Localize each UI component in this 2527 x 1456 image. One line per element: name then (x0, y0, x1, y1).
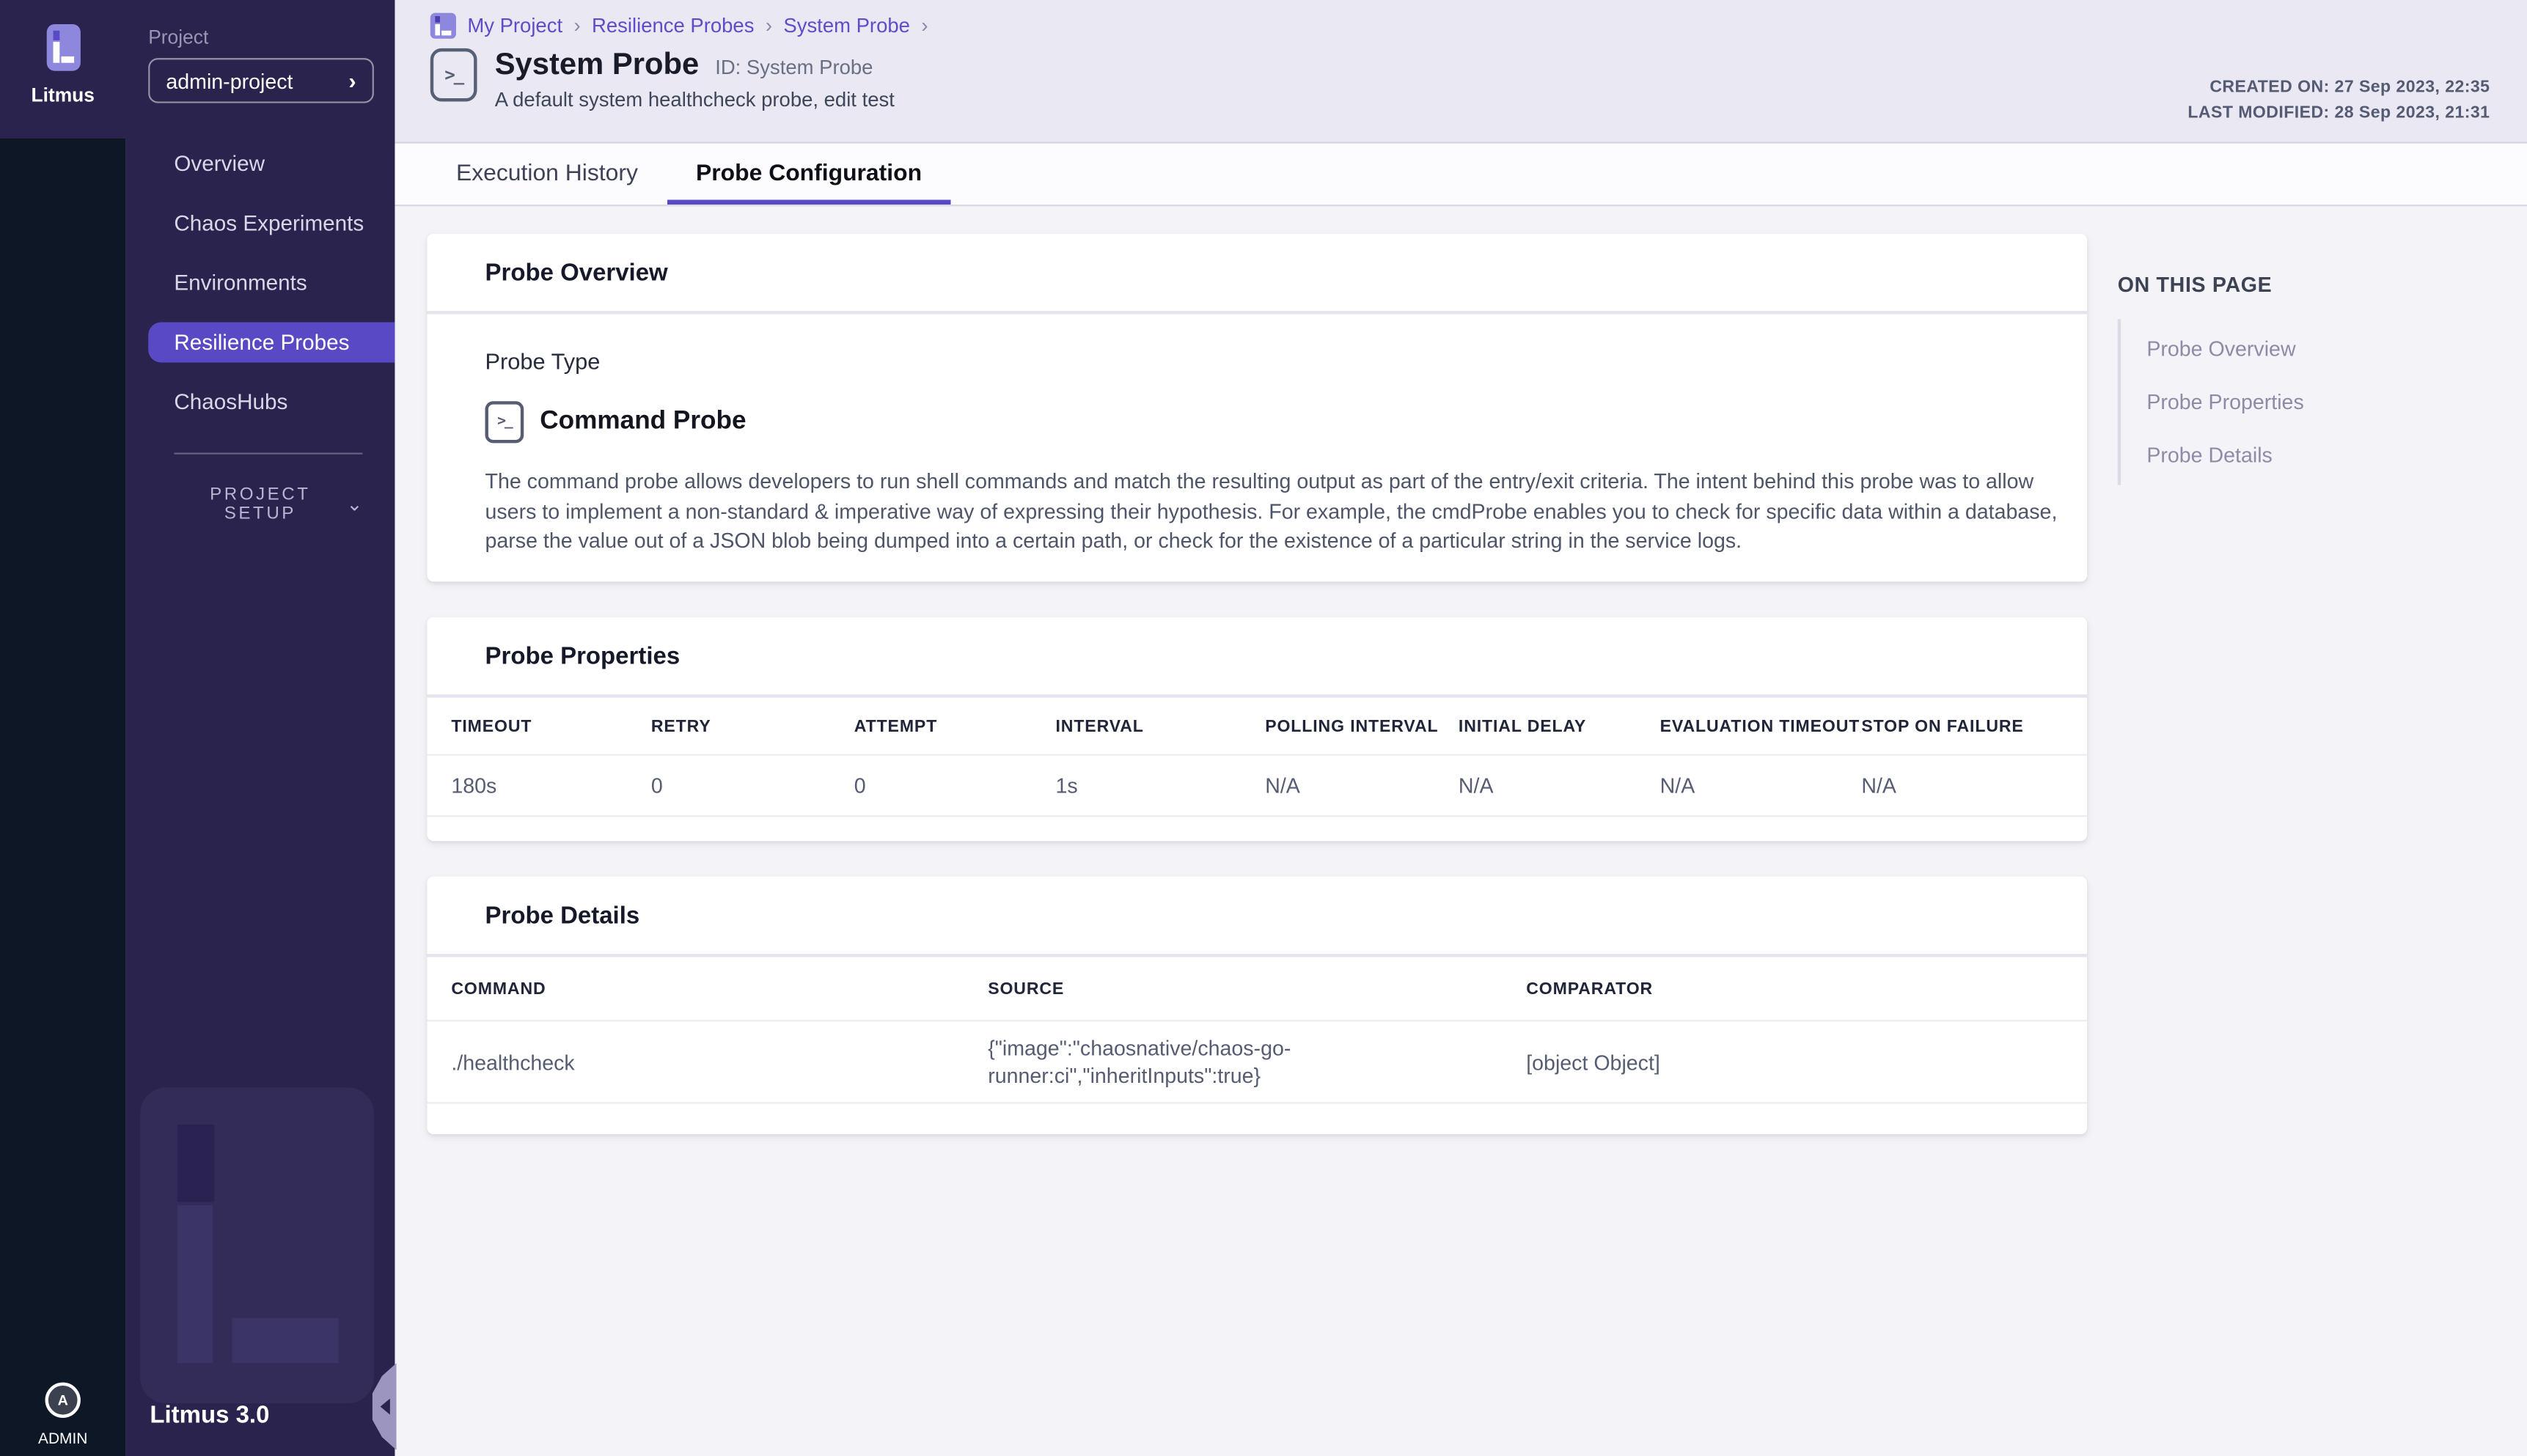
sidebar: Project admin-project › Overview Chaos E… (125, 0, 395, 1456)
breadcrumb-litmus-icon (430, 13, 456, 39)
triangle-left-icon (380, 1399, 389, 1415)
breadcrumb-system-probe[interactable]: System Probe (783, 15, 910, 37)
probe-subtitle: A default system healthcheck probe, edit… (495, 89, 895, 111)
sidebar-collapse-handle[interactable] (373, 1363, 397, 1450)
left-rail: Litmus A ADMIN (0, 0, 125, 1456)
command-value: ./healthcheck (451, 1034, 988, 1089)
probe-properties-card: Probe Properties TIMEOUT RETRY ATTEMPT I… (427, 617, 2087, 841)
litmus-watermark (140, 1087, 374, 1403)
probe-overview-card: Probe Overview Probe Type >_ Command Pro… (427, 234, 2087, 582)
tab-bar: Execution History Probe Configuration (395, 144, 2527, 207)
probe-id: ID: System Probe (715, 56, 873, 79)
tab-probe-configuration[interactable]: Probe Configuration (667, 144, 950, 205)
sidebar-menu: Overview Chaos Experiments Environments … (125, 133, 395, 432)
sidebar-item-resilience-probes[interactable]: Resilience Probes (148, 323, 395, 363)
page-header: My Project › Resilience Probes › System … (395, 0, 2527, 144)
card-title-details: Probe Details (485, 902, 640, 929)
card-title-overview: Probe Overview (485, 259, 668, 286)
version-label: Litmus 3.0 (150, 1402, 269, 1429)
user-avatar[interactable]: A (45, 1383, 81, 1418)
project-selector[interactable]: admin-project › (148, 58, 374, 103)
properties-header-row: TIMEOUT RETRY ATTEMPT INTERVAL POLLING I… (427, 698, 2087, 756)
tab-execution-history[interactable]: Execution History (427, 144, 667, 205)
rail-logo-block: Litmus (0, 0, 125, 139)
sidebar-item-environments[interactable]: Environments (125, 253, 395, 312)
comparator-value: [object Object] (1526, 1034, 2087, 1089)
interval-value: 1s (1055, 756, 1265, 815)
breadcrumb-separator: › (573, 15, 580, 37)
terminal-icon-small: >_ (485, 401, 524, 443)
breadcrumb-my-project[interactable]: My Project (467, 15, 562, 37)
timeout-value: 180s (451, 756, 651, 815)
main-content: My Project › Resilience Probes › System … (395, 0, 2527, 1456)
properties-value-row: 180s 0 0 1s N/A N/A N/A N/A (427, 756, 2087, 817)
app-window: Litmus A ADMIN Project admin-project › O… (0, 0, 2527, 1456)
details-value-row: ./healthcheck {"image":"chaosnative/chao… (427, 1021, 2087, 1103)
logo-text: Litmus (31, 84, 94, 106)
toc-title: ON THIS PAGE (2118, 272, 2488, 296)
project-setup-toggle[interactable]: PROJECT SETUP ⌄ (174, 485, 362, 524)
evaluation-timeout-value: N/A (1660, 756, 1862, 815)
toc-item-probe-overview[interactable]: Probe Overview (2121, 323, 2488, 376)
details-header-row: COMMAND SOURCE COMPARATOR (427, 957, 2087, 1021)
card-title-properties: Probe Properties (485, 642, 681, 669)
chevron-right-icon: › (348, 70, 356, 92)
probe-details-card: Probe Details COMMAND SOURCE COMPARATOR … (427, 877, 2087, 1135)
polling-interval-value: N/A (1265, 756, 1459, 815)
project-name: admin-project (166, 68, 293, 92)
sidebar-item-chaos-experiments[interactable]: Chaos Experiments (125, 194, 395, 253)
timestamps: CREATED ON: 27 Sep 2023, 22:35 LAST MODI… (2187, 74, 2490, 126)
breadcrumb-separator: › (766, 15, 772, 37)
breadcrumb-separator: › (921, 15, 928, 37)
last-modified: LAST MODIFIED: 28 Sep 2023, 21:31 (2187, 100, 2490, 127)
source-value: {"image":"chaosnative/chaos-go-runner:ci… (988, 1034, 1358, 1089)
probe-type-name: Command Probe (540, 408, 746, 437)
sidebar-divider (174, 453, 362, 455)
toc-item-probe-properties[interactable]: Probe Properties (2121, 375, 2488, 429)
created-on: CREATED ON: 27 Sep 2023, 22:35 (2187, 74, 2490, 100)
probe-type-label: Probe Type (485, 348, 2088, 374)
on-this-page-nav: ON THIS PAGE Probe Overview Probe Proper… (2118, 272, 2488, 485)
attempt-value: 0 (854, 756, 1056, 815)
page-title: System Probe (495, 48, 700, 84)
initial-delay-value: N/A (1459, 756, 1660, 815)
project-label: Project (148, 26, 395, 48)
breadcrumb-resilience-probes[interactable]: Resilience Probes (592, 15, 754, 37)
sidebar-item-overview[interactable]: Overview (125, 133, 395, 193)
sidebar-item-chaoshubs[interactable]: ChaosHubs (125, 372, 395, 432)
avatar-label: ADMIN (0, 1431, 125, 1449)
tab-panel: Probe Overview Probe Type >_ Command Pro… (395, 206, 2527, 1455)
stop-on-failure-value: N/A (1861, 756, 2087, 815)
breadcrumb: My Project › Resilience Probes › System … (430, 0, 2527, 39)
retry-value: 0 (651, 756, 854, 815)
chevron-down-icon: ⌄ (346, 493, 362, 515)
terminal-icon: >_ (430, 48, 477, 102)
toc-item-probe-details[interactable]: Probe Details (2121, 429, 2488, 482)
litmus-logo-icon[interactable] (46, 24, 80, 71)
probe-description: The command probe allows developers to r… (485, 467, 2077, 556)
